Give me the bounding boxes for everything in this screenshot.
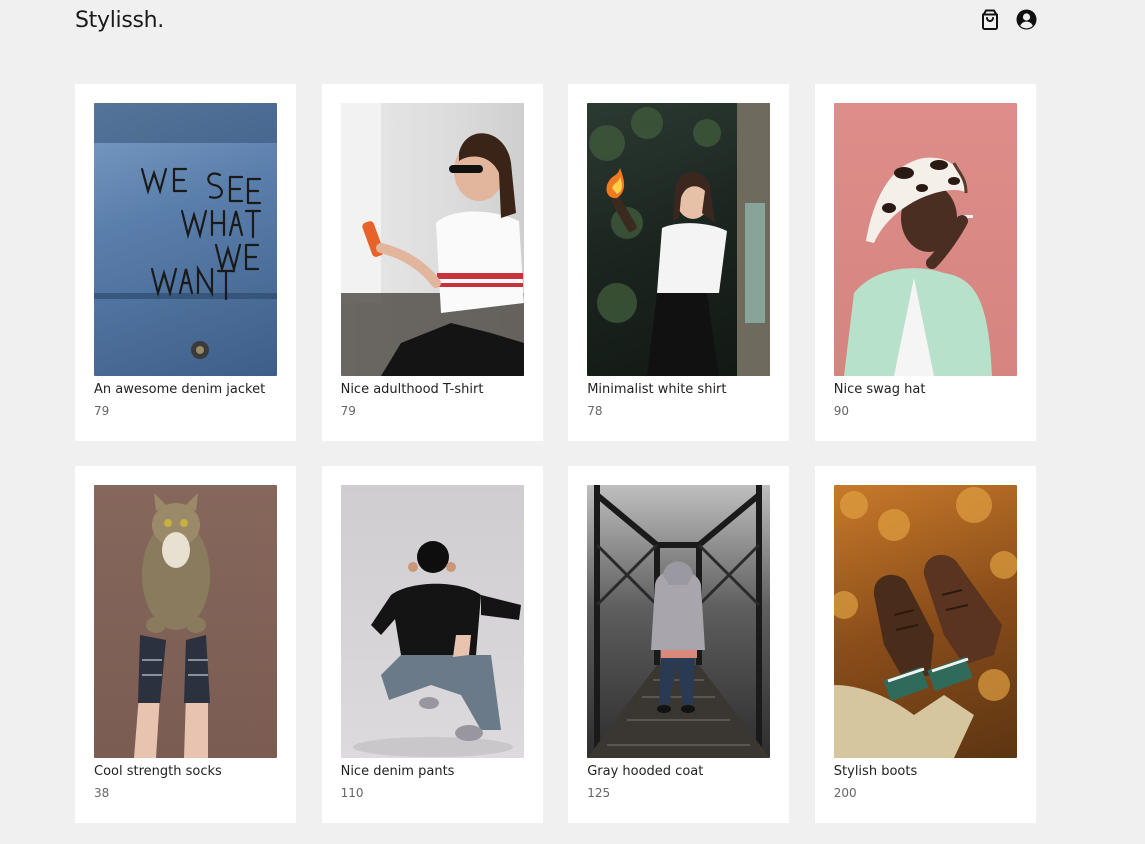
- product-image-swag-hat[interactable]: [833, 103, 1017, 376]
- product-price: 125: [587, 786, 611, 800]
- product-card[interactable]: Gray hooded coat 125: [568, 466, 790, 823]
- product-price: 38: [94, 786, 110, 800]
- product-price: 90: [833, 404, 850, 418]
- product-title[interactable]: An awesome denim jacket: [94, 382, 277, 397]
- product-image-denim-jacket[interactable]: [94, 103, 277, 376]
- product-price: 78: [587, 404, 603, 418]
- brand-logo[interactable]: Stylissh.: [75, 8, 164, 33]
- product-price: 200: [833, 786, 857, 800]
- product-card[interactable]: An awesome denim jacket 79: [75, 84, 296, 441]
- site-header: Stylissh.: [75, 6, 1037, 38]
- product-card[interactable]: Nice adulthood T-shirt 79: [321, 84, 543, 441]
- product-title[interactable]: Minimalist white shirt: [587, 382, 770, 397]
- product-price: 79: [340, 404, 356, 418]
- product-card[interactable]: Stylish boots 200: [814, 466, 1036, 823]
- product-price: 79: [94, 404, 110, 418]
- product-title[interactable]: Nice swag hat: [834, 382, 1017, 397]
- shopping-bag-icon[interactable]: [979, 8, 1001, 30]
- product-card[interactable]: Minimalist white shirt 78: [568, 84, 790, 441]
- product-title[interactable]: Gray hooded coat: [587, 764, 770, 779]
- product-image-denim-pants[interactable]: [340, 485, 524, 758]
- product-image-socks[interactable]: [94, 485, 277, 758]
- product-price: 110: [340, 786, 364, 800]
- product-card[interactable]: Nice denim pants 110: [321, 466, 543, 823]
- product-title[interactable]: Stylish boots: [834, 764, 1017, 779]
- product-image-boots[interactable]: [833, 485, 1017, 758]
- product-title[interactable]: Cool strength socks: [94, 764, 277, 779]
- header-actions: [979, 8, 1037, 30]
- product-title[interactable]: Nice denim pants: [341, 764, 524, 779]
- product-grid: An awesome denim jacket 79 Nice adulthoo…: [75, 84, 1037, 823]
- user-circle-icon[interactable]: [1015, 8, 1037, 30]
- product-image-tshirt[interactable]: [340, 103, 524, 376]
- product-title[interactable]: Nice adulthood T-shirt: [341, 382, 524, 397]
- product-image-white-shirt[interactable]: [587, 103, 771, 376]
- product-image-hooded-coat[interactable]: [587, 485, 771, 758]
- product-card[interactable]: Cool strength socks 38: [75, 466, 296, 823]
- product-card[interactable]: Nice swag hat 90: [814, 84, 1036, 441]
